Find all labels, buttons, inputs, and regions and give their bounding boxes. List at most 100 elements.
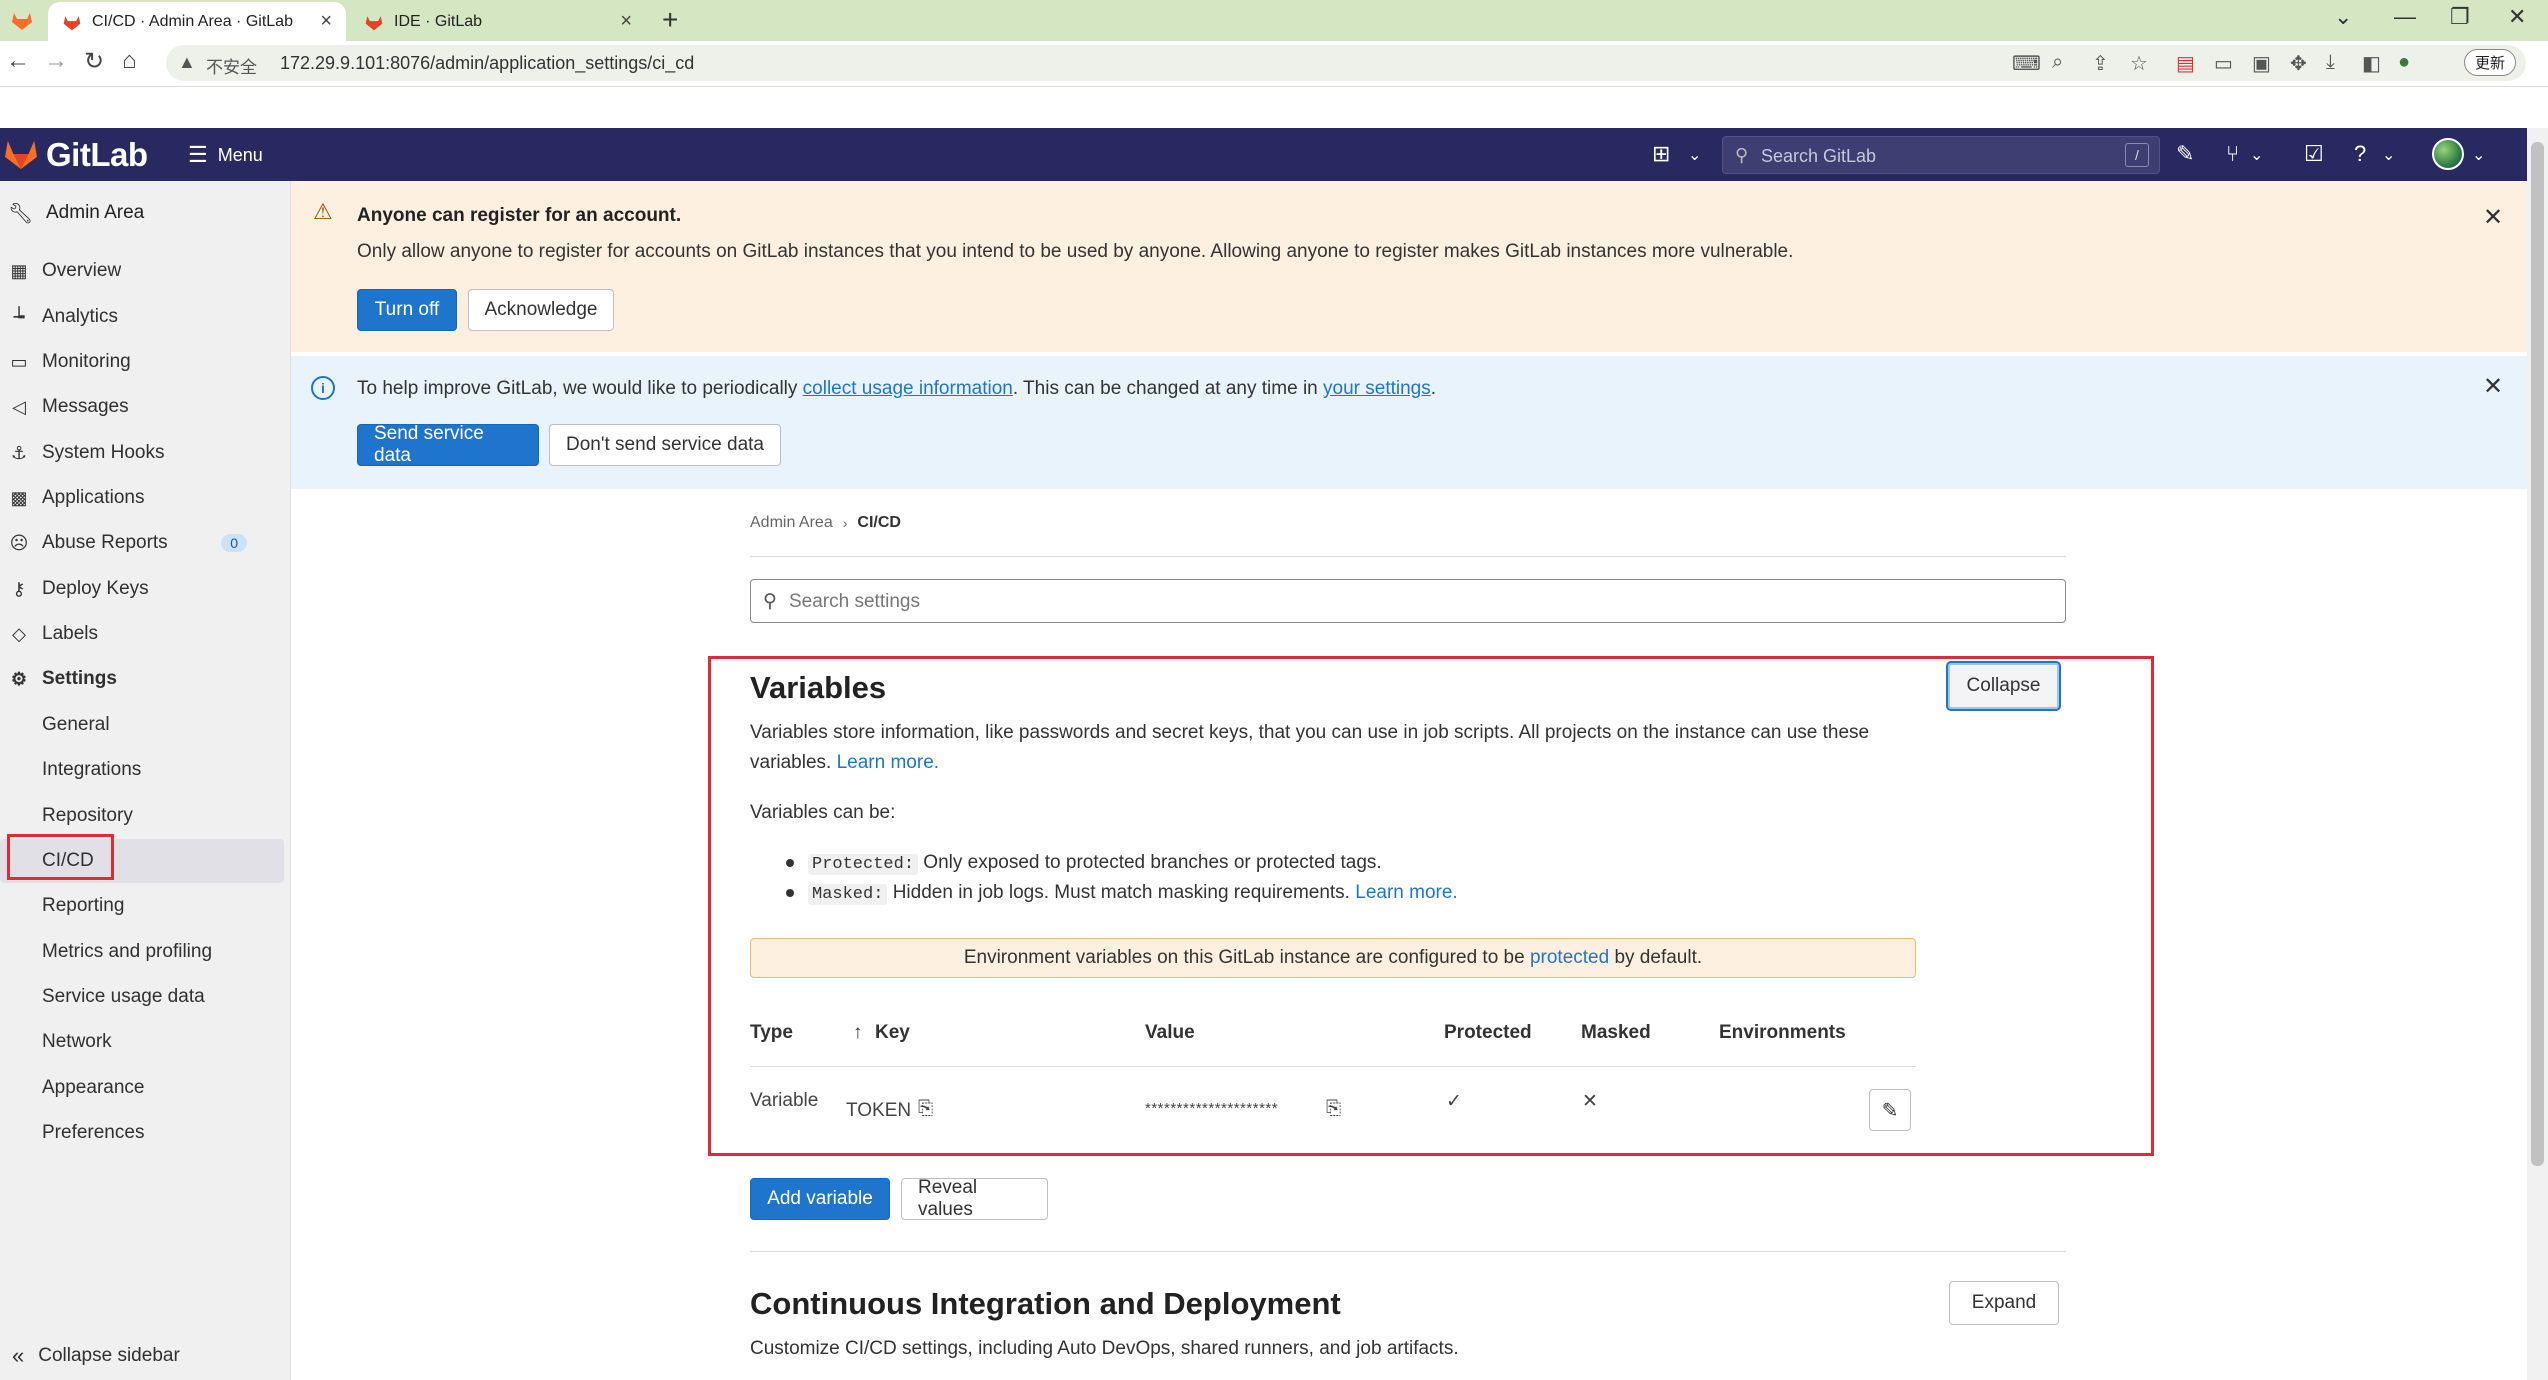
search-icon: ⚲	[1735, 145, 1749, 165]
side-panel-icon[interactable]: ◧	[2362, 51, 2381, 76]
home-icon[interactable]: ⌂	[122, 47, 137, 75]
sidebar-subitem-preferences[interactable]: Preferences	[0, 1111, 291, 1155]
gitlab-wordmark[interactable]: GitLab	[46, 136, 148, 174]
new-tab-icon[interactable]: +	[662, 4, 678, 36]
bullhorn-icon: ◁	[12, 396, 26, 417]
create-new-icon[interactable]: ⊞	[1652, 141, 1670, 167]
edit-variable-button[interactable]: ✎	[1869, 1089, 1911, 1131]
sidebar-subitem-network[interactable]: Network	[0, 1020, 291, 1064]
sidebar-item-analytics[interactable]: ┶ Analytics	[0, 295, 291, 339]
help-icon[interactable]: ?	[2354, 141, 2366, 167]
scrollbar[interactable]	[2527, 128, 2548, 1380]
sidebar-item-abuse-reports[interactable]: ☹ Abuse Reports 0	[0, 521, 291, 565]
breadcrumb-admin-area[interactable]: Admin Area	[750, 514, 833, 532]
copy-key-icon[interactable]: ⎘	[918, 1098, 933, 1120]
profile-icon[interactable]: ●	[2398, 51, 2410, 74]
close-icon[interactable]: ✕	[2483, 203, 2503, 232]
sidebar-subitem-general[interactable]: General	[0, 703, 291, 747]
sidebar-item-label: Service usage data	[42, 986, 205, 1007]
tab-title: CI/CD · Admin Area · GitLab	[92, 12, 293, 30]
extension-2-icon[interactable]: ▣	[2252, 51, 2271, 76]
your-settings-link[interactable]: your settings	[1323, 378, 1431, 399]
close-window-icon[interactable]: ✕	[2508, 4, 2526, 30]
share-icon[interactable]: ⇪	[2092, 51, 2109, 76]
collapse-sidebar-label: Collapse sidebar	[38, 1345, 180, 1366]
merge-requests-icon[interactable]: ⑂	[2226, 141, 2239, 167]
tab-ide[interactable]: IDE · GitLab ×	[350, 2, 646, 41]
sidebar-item-messages[interactable]: ◁ Messages	[0, 385, 291, 429]
bullet	[786, 859, 794, 867]
sidebar-subitem-appearance[interactable]: Appearance	[0, 1066, 291, 1110]
column-key[interactable]: Key	[875, 1022, 910, 1044]
restore-icon[interactable]: ❐	[2450, 4, 2470, 30]
todos-icon[interactable]: ☑	[2304, 141, 2324, 167]
scrollbar-thumb[interactable]	[2531, 142, 2544, 1166]
settings-search-input[interactable]: ⚲ Search settings	[750, 579, 2066, 623]
add-variable-button[interactable]: Add variable	[750, 1178, 890, 1220]
collect-usage-link[interactable]: collect usage information	[803, 378, 1013, 399]
global-search[interactable]: ⚲ Search GitLab /	[1722, 136, 2160, 174]
send-service-data-button[interactable]: Send service data	[357, 423, 539, 466]
abuse-icon: ☹	[9, 532, 29, 553]
menu-button[interactable]: ☰ Menu	[188, 142, 263, 168]
extension-icon[interactable]: ▭	[2214, 51, 2233, 76]
reveal-values-button[interactable]: Reveal values	[901, 1177, 1048, 1220]
copy-value-icon[interactable]: ⎘	[1326, 1098, 1341, 1120]
tab-cicd[interactable]: CI/CD · Admin Area · GitLab ×	[48, 2, 346, 41]
tab-search-icon[interactable]: ⌄	[2334, 4, 2352, 30]
learn-more-link[interactable]: Learn more.	[837, 752, 939, 773]
bookmark-star-icon[interactable]: ☆	[2130, 51, 2148, 76]
chevron-down-icon[interactable]: ⌄	[1688, 145, 1701, 165]
sidebar-item-settings[interactable]: ⚙ Settings	[0, 657, 291, 701]
info-icon: i	[311, 376, 335, 400]
sidebar-subitem-reporting[interactable]: Reporting	[0, 884, 291, 928]
chevron-down-icon[interactable]: ⌄	[2250, 145, 2263, 165]
sidebar-subitem-metrics[interactable]: Metrics and profiling	[0, 930, 291, 974]
sort-arrow-up-icon[interactable]: ↑	[853, 1022, 863, 1044]
banner-title: Anyone can register for an account.	[357, 205, 682, 226]
extension-red-icon[interactable]: ▤	[2176, 51, 2195, 76]
expand-button[interactable]: Expand	[1949, 1281, 2059, 1325]
sidebar-item-applications[interactable]: ▩ Applications	[0, 476, 291, 520]
back-icon[interactable]: ←	[6, 47, 30, 75]
close-tab-icon[interactable]: ×	[620, 10, 632, 33]
sidebar-item-system-hooks[interactable]: ⚓︎ System Hooks	[0, 431, 291, 475]
sidebar-item-label: Overview	[42, 260, 122, 281]
sidebar-header[interactable]: 🔧︎ Admin Area	[0, 195, 291, 231]
chevron-down-icon[interactable]: ⌄	[2382, 145, 2395, 165]
collapse-button[interactable]: Collapse	[1946, 661, 2061, 711]
issues-icon[interactable]: ✎	[2176, 141, 2194, 167]
acknowledge-button[interactable]: Acknowledge	[468, 289, 614, 331]
sidebar-subitem-integrations[interactable]: Integrations	[0, 748, 291, 792]
sidebar-subitem-service-usage[interactable]: Service usage data	[0, 975, 291, 1019]
turn-off-button[interactable]: Turn off	[357, 289, 457, 331]
sidebar-item-labels[interactable]: ◇ Labels	[0, 612, 291, 656]
translate-icon[interactable]: ⌨	[2012, 51, 2041, 76]
puzzle-icon[interactable]: ✥	[2290, 51, 2307, 76]
avatar[interactable]	[2432, 138, 2464, 170]
close-tab-icon[interactable]: ×	[320, 10, 332, 33]
gitlab-logo-icon[interactable]	[4, 138, 38, 170]
url-field[interactable]: ▲ 不安全 172.29.9.101:8076/admin/applicatio…	[166, 45, 2526, 81]
reload-icon[interactable]: ↻	[84, 47, 104, 76]
close-icon[interactable]: ✕	[2483, 372, 2503, 401]
collapse-sidebar-button[interactable]: « Collapse sidebar	[0, 1334, 291, 1378]
protected-link[interactable]: protected	[1530, 947, 1609, 968]
url-text: 172.29.9.101:8076/admin/application_sett…	[280, 53, 695, 73]
sidebar-item-deploy-keys[interactable]: ⚷ Deploy Keys	[0, 567, 291, 611]
update-button[interactable]: 更新	[2463, 49, 2516, 76]
chevron-down-icon[interactable]: ⌄	[2472, 145, 2485, 165]
sidebar-item-label: Metrics and profiling	[42, 941, 213, 962]
sidebar-item-monitoring[interactable]: ▭ Monitoring	[0, 340, 291, 384]
sidebar-item-overview[interactable]: ▦ Overview	[0, 249, 291, 293]
sidebar-subitem-repository[interactable]: Repository	[0, 794, 291, 838]
pencil-icon: ✎	[1881, 1099, 1899, 1122]
dont-send-service-data-button[interactable]: Don't send service data	[549, 424, 781, 466]
minimize-icon[interactable]: —	[2394, 4, 2416, 30]
zoom-icon[interactable]: ⌕	[2052, 51, 2063, 74]
forward-icon[interactable]: →	[44, 47, 68, 75]
key-icon: ⚷	[12, 578, 26, 599]
download-icon[interactable]: ⤓	[2326, 51, 2335, 74]
learn-more-link[interactable]: Learn more.	[1355, 882, 1457, 903]
sidebar-item-label: Integrations	[42, 759, 142, 780]
